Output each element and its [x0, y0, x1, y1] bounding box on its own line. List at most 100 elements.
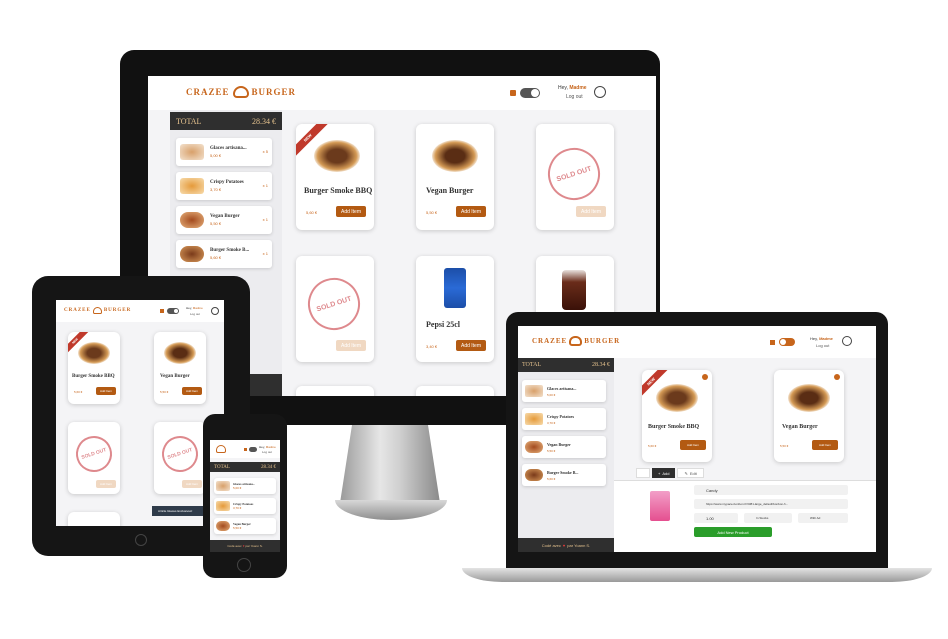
add-new-product-button[interactable]: Add New Product	[694, 527, 772, 537]
basket-item[interactable]: Glaces artisana... 5,00 € x 5	[176, 138, 272, 166]
footer-bar: Codé avec ♥ par Yoann S.	[210, 540, 280, 552]
basket-item-price: 5,00 €	[233, 486, 242, 490]
basket-item-price: 3,70 €	[210, 187, 222, 192]
basket-item[interactable]: Crispy Potatoes 3,70 €	[214, 498, 276, 514]
lock-icon[interactable]	[770, 340, 775, 345]
image-url-field[interactable]: https://www.mypace-bonbon.fr/3381-large_…	[694, 499, 848, 509]
basket-item[interactable]: Glaces artisana... 5,00 €	[214, 478, 276, 494]
add-item-button[interactable]: Add Item	[182, 387, 202, 395]
avatar-icon[interactable]	[594, 86, 606, 98]
phone-screen: Hey, Madme Log out TOTAL 28.34 € Glaces …	[210, 440, 280, 552]
product-image	[788, 384, 830, 412]
logout-link[interactable]: Log out	[190, 312, 200, 316]
tab-edit[interactable]: ✎ Edit	[677, 468, 704, 478]
total-bar: TOTAL 28.34 €	[170, 112, 282, 130]
product-thumb	[216, 501, 230, 511]
price-field[interactable]: 1.00	[694, 513, 738, 523]
basket-item[interactable]: Vegan Burger 5,50 €	[214, 518, 276, 534]
logout-link[interactable]: Log out	[566, 94, 583, 100]
user-name: Madme	[265, 445, 276, 449]
admin-toggle[interactable]	[520, 88, 540, 98]
brand-logo[interactable]: CRAZEE BURGER	[186, 86, 296, 98]
greeting: Hey, Madme	[186, 306, 203, 310]
admin-toggle[interactable]	[249, 447, 257, 452]
product-card[interactable]: NEW Burger Smoke BBQ 5,60 € Add Item	[642, 370, 712, 462]
product-card[interactable]: Vegan Burger 5,50 € Add Item	[774, 370, 844, 462]
product-card-sold-out[interactable]: SOLD OUT Add Item	[296, 256, 374, 362]
ad-select[interactable]: With Ad	[798, 513, 848, 523]
basket-item[interactable]: Crispy Potatoes 3,70 € x 1	[176, 172, 272, 200]
brand-logo[interactable]: CRAZEE BURGER	[64, 307, 131, 314]
ad-select-value: With Ad	[810, 516, 821, 520]
basket-item[interactable]: Glaces artisana... 5,00 €	[522, 380, 606, 402]
product-image	[78, 342, 110, 364]
tablet-home-button[interactable]	[135, 534, 147, 546]
admin-toggle[interactable]	[779, 338, 795, 346]
product-thumb	[216, 481, 230, 491]
admin-toggle[interactable]	[167, 308, 179, 314]
logout-link[interactable]: Log out	[262, 450, 272, 454]
product-price: 5,50 €	[780, 444, 789, 448]
brand-left: CRAZEE	[64, 308, 91, 313]
product-thumb	[180, 246, 204, 262]
add-item-button[interactable]: Add Item	[456, 340, 486, 351]
basket-panel: TOTAL 28.34 € Glaces artisana... 5,00 € C…	[518, 358, 614, 552]
monitor-stand-neck	[340, 425, 440, 503]
product-card[interactable]: Vegan Burger 5,50 € Add Item	[416, 124, 494, 230]
product-card[interactable]	[296, 386, 374, 396]
add-item-button[interactable]: Add Item	[336, 206, 366, 217]
basket-item-name: Burger Smoke B...	[210, 248, 250, 253]
product-card[interactable]: NEW Burger Smoke BBQ 5,60 € Add Item	[68, 332, 120, 404]
avatar-icon[interactable]	[211, 307, 219, 315]
logout-link[interactable]: Log out	[816, 343, 829, 348]
close-icon[interactable]	[702, 374, 708, 380]
add-item-button[interactable]: Add Item	[812, 440, 838, 450]
avatar-icon[interactable]	[842, 336, 852, 346]
basket-item-price: 3,70 €	[233, 506, 242, 510]
burger-logo-icon[interactable]	[216, 445, 226, 453]
product-card[interactable]: NEW Burger Smoke BBQ 5,60 € Add Item	[296, 124, 374, 230]
user-name: Madme	[192, 306, 203, 310]
lock-icon[interactable]	[160, 309, 164, 313]
stock-select-value: In Stocks	[756, 516, 769, 520]
laptop-screen: CRAZEE BURGER Hey, Madme Log out TOTAL 2…	[518, 326, 876, 552]
navbar: CRAZEE BURGER Hey, Madme Log out	[518, 326, 876, 358]
add-item-button[interactable]: Add Item	[680, 440, 706, 450]
lock-icon[interactable]	[244, 448, 247, 451]
stock-select[interactable]: In Stocks	[744, 513, 792, 523]
product-card[interactable]: Vegan Burger 5,50 € Add Item	[154, 332, 206, 404]
product-card-sold-out[interactable]: SOLD OUT Add Item	[154, 422, 206, 494]
navbar: CRAZEE BURGER Hey, Madme Log out	[148, 76, 656, 110]
add-item-button[interactable]: Add Item	[96, 387, 116, 395]
basket-item[interactable]: Vegan Burger 5,50 €	[522, 436, 606, 458]
heart-icon: ♥	[562, 542, 566, 548]
add-item-button[interactable]: Add Item	[456, 206, 486, 217]
basket-item-qty: x 1	[262, 251, 268, 256]
basket-item-price: 5,60 €	[210, 255, 222, 260]
user-name: Madme	[569, 85, 587, 91]
name-field[interactable]: Candy	[694, 485, 848, 495]
product-card-sold-out[interactable]: SOLD OUT Add Item	[536, 124, 614, 230]
greeting-text: Hey,	[558, 85, 568, 91]
product-thumb	[525, 469, 543, 481]
add-item-button-disabled: Add Item	[182, 480, 202, 488]
product-name: Pepsi 25cl	[426, 320, 460, 329]
product-card[interactable]	[68, 512, 120, 526]
product-image	[444, 268, 466, 308]
product-card-sold-out[interactable]: SOLD OUT Add Item	[68, 422, 120, 494]
basket-item[interactable]: Burger Smoke B... 5,60 €	[522, 464, 606, 486]
tab-add-label: Add	[662, 470, 670, 476]
brand-logo[interactable]: CRAZEE BURGER	[532, 336, 620, 346]
greeting: Hey, Madme	[558, 85, 587, 91]
basket-item[interactable]: Burger Smoke B... 5,60 € x 1	[176, 240, 272, 268]
phone-home-button[interactable]	[237, 558, 251, 572]
basket-item[interactable]: Vegan Burger 5,50 € x 1	[176, 206, 272, 234]
basket-item-price: 5,50 €	[547, 448, 556, 453]
basket-item[interactable]: Crispy Potatoes 3,70 €	[522, 408, 606, 430]
product-card[interactable]	[416, 386, 494, 396]
close-icon[interactable]	[834, 374, 840, 380]
tab-collapse[interactable]	[636, 468, 650, 478]
product-card[interactable]: Pepsi 25cl 3,40 € Add Item	[416, 256, 494, 362]
tab-add[interactable]: + Add	[652, 468, 676, 478]
lock-icon[interactable]	[510, 90, 516, 96]
